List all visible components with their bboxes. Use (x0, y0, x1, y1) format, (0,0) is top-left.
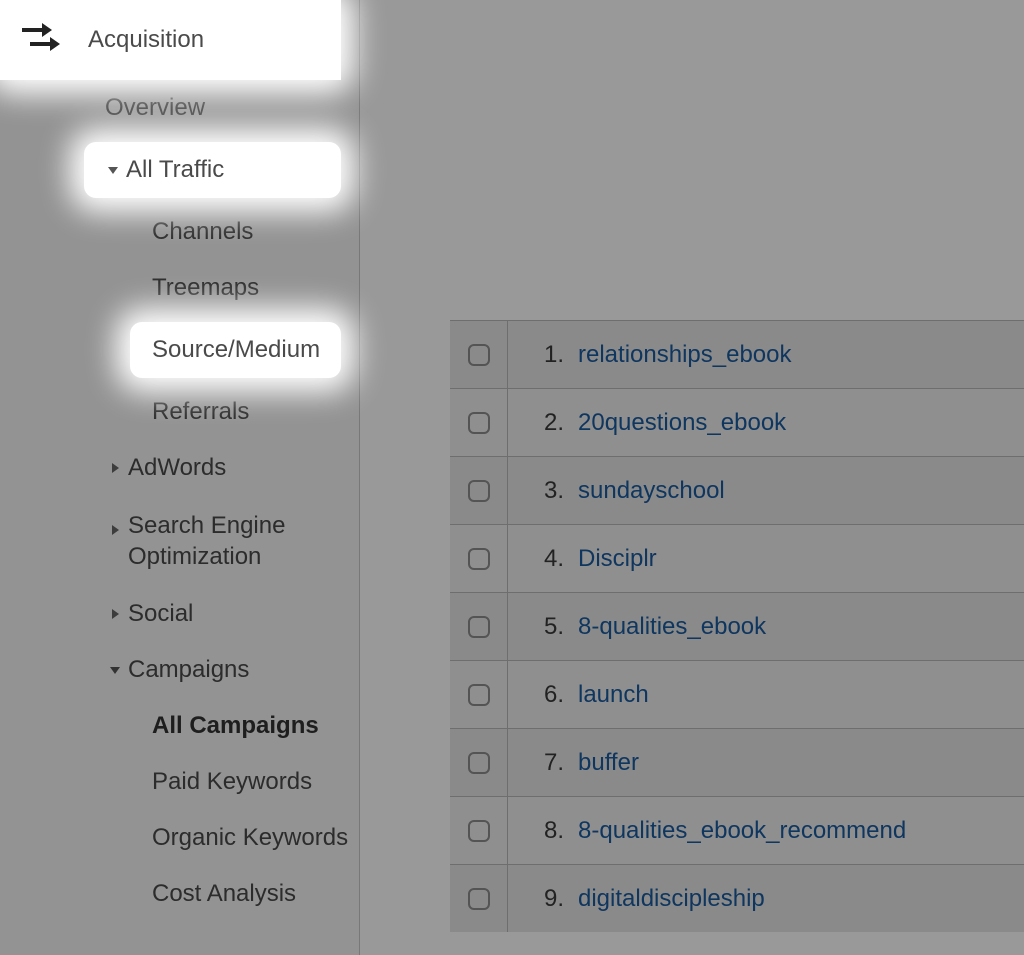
row-link-cell: launch (578, 681, 1024, 709)
sidebar-item-treemaps[interactable]: Treemaps (0, 260, 359, 316)
table-cell-checkbox (450, 661, 508, 728)
table-cell-checkbox (450, 389, 508, 456)
table-cell-checkbox (450, 593, 508, 660)
table-cell-checkbox (450, 525, 508, 592)
caret-right-icon (108, 454, 122, 482)
row-link[interactable]: 8-qualities_ebook_recommend (578, 817, 906, 844)
sidebar-item-all-campaigns[interactable]: All Campaigns (0, 698, 359, 754)
row-link-cell: 8-qualities_ebook (578, 613, 1024, 641)
table-row: 2.20questions_ebook (450, 388, 1024, 456)
sidebar-item-source-medium-label: Source/Medium (152, 336, 320, 364)
table-cell-checkbox (450, 865, 508, 932)
row-link[interactable]: digitaldiscipleship (578, 885, 765, 912)
row-checkbox[interactable] (468, 820, 490, 842)
sidebar-group-seo-label: Search Engine Optimization (128, 510, 328, 572)
row-link[interactable]: Disciplr (578, 545, 657, 572)
table-row: 4.Disciplr (450, 524, 1024, 592)
table-cell-checkbox (450, 729, 508, 796)
table-row: 7.buffer (450, 728, 1024, 796)
sidebar-item-cost-analysis-label: Cost Analysis (152, 880, 296, 908)
row-link-cell: sundayschool (578, 477, 1024, 505)
row-number: 7. (508, 749, 578, 777)
row-link[interactable]: relationships_ebook (578, 341, 791, 368)
sidebar-top-highlight: Acquisition (0, 0, 341, 80)
sidebar-item-cost-analysis[interactable]: Cost Analysis (0, 866, 359, 922)
row-link[interactable]: 20questions_ebook (578, 409, 786, 436)
sidebar-item-channels[interactable]: Channels (0, 204, 359, 260)
row-number: 8. (508, 817, 578, 845)
sidebar-item-organic-keywords-label: Organic Keywords (152, 824, 348, 852)
table-row: 5.8-qualities_ebook (450, 592, 1024, 660)
row-link-cell: Disciplr (578, 545, 1024, 573)
sidebar-item-channels-label: Channels (152, 218, 253, 246)
sidebar-group-social-label: Social (128, 600, 193, 628)
sidebar-item-treemaps-label: Treemaps (152, 274, 259, 302)
row-checkbox[interactable] (468, 684, 490, 706)
acquisition-arrows-icon (20, 20, 60, 61)
table-row: 3.sundayschool (450, 456, 1024, 524)
row-number: 4. (508, 545, 578, 573)
sidebar-item-referrals-label: Referrals (152, 398, 249, 426)
sidebar-item-all-campaigns-label: All Campaigns (152, 712, 319, 740)
sidebar-group-social[interactable]: Social (0, 586, 359, 642)
row-checkbox[interactable] (468, 344, 490, 366)
row-number: 6. (508, 681, 578, 709)
table-row: 9.digitaldiscipleship (450, 864, 1024, 932)
data-table: 1.relationships_ebook2.20questions_ebook… (450, 320, 1024, 932)
sidebar-group-all-traffic[interactable]: All Traffic (84, 142, 341, 198)
table-cell-checkbox (450, 457, 508, 524)
row-link-cell: 8-qualities_ebook_recommend (578, 817, 1024, 845)
row-checkbox[interactable] (468, 412, 490, 434)
sidebar-group-campaigns[interactable]: Campaigns (0, 642, 359, 698)
sidebar-item-overview[interactable]: Overview (0, 80, 359, 136)
table-row: 6.launch (450, 660, 1024, 728)
sidebar: Acquisition Overview All Traffic Channel… (0, 0, 360, 955)
sidebar-item-paid-keywords-label: Paid Keywords (152, 768, 312, 796)
row-link[interactable]: launch (578, 681, 649, 708)
sidebar-item-paid-keywords[interactable]: Paid Keywords (0, 754, 359, 810)
sidebar-item-acquisition[interactable]: Acquisition (0, 0, 341, 80)
page-root: Acquisition Overview All Traffic Channel… (0, 0, 1024, 955)
sidebar-sourcemedium-highlight: Source/Medium (130, 322, 341, 378)
sidebar-group-adwords[interactable]: AdWords (0, 440, 359, 496)
row-link-cell: buffer (578, 749, 1024, 777)
row-number: 1. (508, 341, 578, 369)
sidebar-item-referrals[interactable]: Referrals (0, 384, 359, 440)
table-cell-checkbox (450, 321, 508, 388)
caret-right-icon (108, 510, 122, 545)
row-link-cell: relationships_ebook (578, 341, 1024, 369)
caret-down-icon (108, 656, 122, 684)
sidebar-group-adwords-label: AdWords (128, 454, 226, 482)
row-link[interactable]: sundayschool (578, 477, 725, 504)
sidebar-item-overview-label: Overview (105, 94, 205, 122)
row-link-cell: digitaldiscipleship (578, 885, 1024, 913)
table-row: 8.8-qualities_ebook_recommend (450, 796, 1024, 864)
row-checkbox[interactable] (468, 752, 490, 774)
sidebar-alltraffic-highlight: All Traffic (84, 142, 341, 198)
row-number: 5. (508, 613, 578, 641)
row-checkbox[interactable] (468, 888, 490, 910)
sidebar-group-all-traffic-label: All Traffic (126, 156, 224, 184)
row-checkbox[interactable] (468, 480, 490, 502)
row-number: 9. (508, 885, 578, 913)
table-row: 1.relationships_ebook (450, 320, 1024, 388)
caret-down-icon (106, 156, 120, 184)
sidebar-item-source-medium[interactable]: Source/Medium (130, 322, 341, 378)
table-cell-checkbox (450, 797, 508, 864)
row-link[interactable]: buffer (578, 749, 639, 776)
row-checkbox[interactable] (468, 616, 490, 638)
sidebar-item-acquisition-label: Acquisition (88, 26, 204, 54)
row-link-cell: 20questions_ebook (578, 409, 1024, 437)
row-number: 2. (508, 409, 578, 437)
caret-right-icon (108, 600, 122, 628)
sidebar-group-seo[interactable]: Search Engine Optimization (0, 496, 359, 586)
row-link[interactable]: 8-qualities_ebook (578, 613, 766, 640)
row-checkbox[interactable] (468, 548, 490, 570)
row-number: 3. (508, 477, 578, 505)
sidebar-group-campaigns-label: Campaigns (128, 656, 249, 684)
sidebar-item-organic-keywords[interactable]: Organic Keywords (0, 810, 359, 866)
